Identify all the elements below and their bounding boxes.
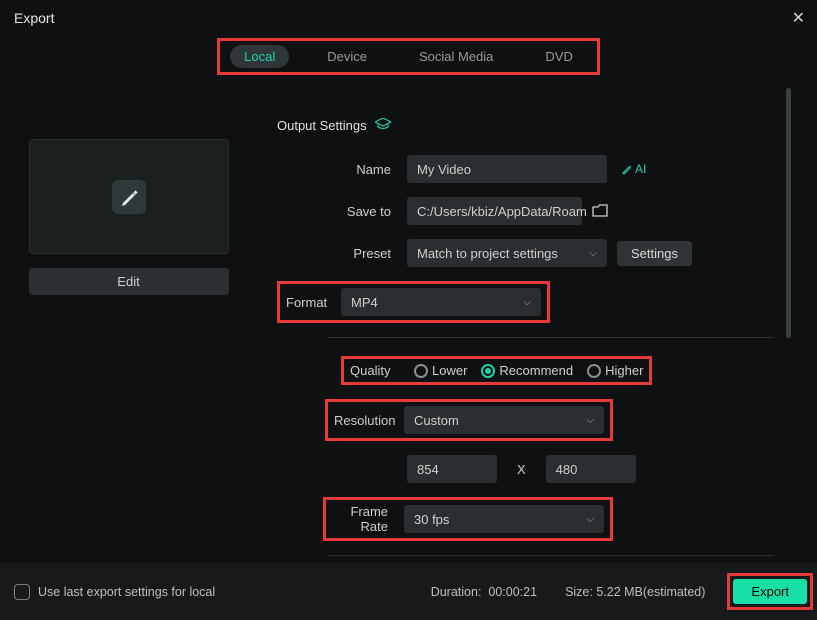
- ai-icon[interactable]: AI: [621, 162, 646, 176]
- resolution-dropdown[interactable]: Custom ⌵: [404, 406, 604, 434]
- name-label: Name: [277, 162, 407, 177]
- chevron-down-icon: ⌵: [586, 415, 594, 426]
- export-button-highlight: Export: [727, 573, 813, 610]
- tab-local[interactable]: Local: [230, 45, 289, 68]
- preview-thumbnail: [29, 139, 229, 254]
- scrollbar[interactable]: [786, 88, 791, 338]
- x-separator: X: [507, 462, 536, 477]
- use-last-settings-checkbox[interactable]: [14, 584, 30, 600]
- resolution-label: Resolution: [334, 413, 404, 428]
- output-settings-title: Output Settings: [277, 118, 367, 133]
- chevron-down-icon: ⌵: [586, 514, 594, 525]
- quality-recommend-radio[interactable]: Recommend: [481, 363, 573, 378]
- use-last-settings-label: Use last export settings for local: [38, 585, 215, 599]
- graduation-cap-icon[interactable]: [375, 117, 391, 133]
- quality-lower-radio[interactable]: Lower: [414, 363, 467, 378]
- resolution-height-input[interactable]: [546, 455, 636, 483]
- quality-row-highlight: Quality Lower Recommend Higher: [341, 356, 652, 385]
- save-to-field[interactable]: C:/Users/kbiz/AppData/Roam: [407, 197, 582, 225]
- framerate-label: Frame Rate: [332, 504, 404, 534]
- quality-higher-radio[interactable]: Higher: [587, 363, 643, 378]
- edit-button[interactable]: Edit: [29, 268, 229, 295]
- tab-social-media[interactable]: Social Media: [405, 45, 507, 68]
- tab-device[interactable]: Device: [313, 45, 381, 68]
- resolution-width-input[interactable]: [407, 455, 497, 483]
- footer-bar: Use last export settings for local Durat…: [0, 563, 817, 620]
- tab-dvd[interactable]: DVD: [531, 45, 586, 68]
- divider: [327, 555, 773, 556]
- close-icon[interactable]: ✕: [792, 8, 805, 28]
- window-title: Export: [14, 10, 54, 26]
- duration-display: Duration: 00:00:21: [431, 585, 537, 599]
- chevron-down-icon: ⌵: [589, 248, 597, 259]
- export-button[interactable]: Export: [733, 579, 807, 604]
- framerate-dropdown[interactable]: 30 fps ⌵: [404, 505, 604, 533]
- tab-bar: Local Device Social Media DVD: [217, 38, 600, 75]
- size-display: Size: 5.22 MB(estimated): [565, 585, 705, 599]
- format-dropdown[interactable]: MP4 ⌵: [341, 288, 541, 316]
- quality-label: Quality: [350, 363, 400, 378]
- chevron-down-icon: ⌵: [523, 297, 531, 308]
- folder-icon[interactable]: [592, 204, 608, 218]
- pencil-icon: [106, 174, 152, 220]
- settings-button[interactable]: Settings: [617, 241, 692, 266]
- preset-dropdown[interactable]: Match to project settings ⌵: [407, 239, 607, 267]
- save-to-label: Save to: [277, 204, 407, 219]
- preset-label: Preset: [277, 246, 407, 261]
- divider: [327, 337, 773, 338]
- framerate-row-highlight: Frame Rate 30 fps ⌵: [323, 497, 613, 541]
- format-label: Format: [286, 295, 341, 310]
- resolution-row-highlight: Resolution Custom ⌵: [325, 399, 613, 441]
- name-input[interactable]: [407, 155, 607, 183]
- format-row-highlight: Format MP4 ⌵: [277, 281, 550, 323]
